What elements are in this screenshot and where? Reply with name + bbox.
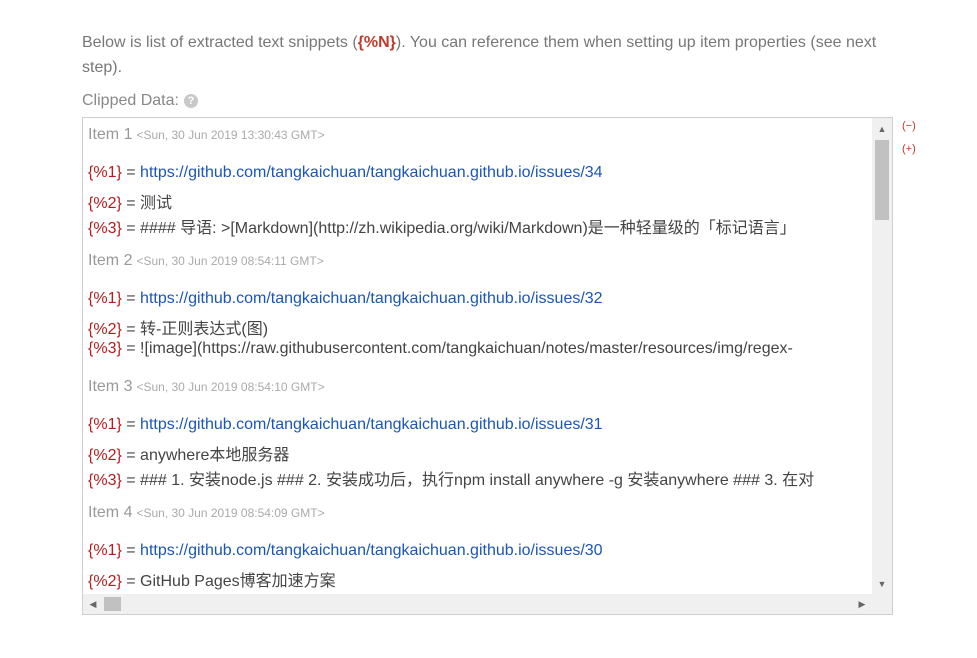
snippet-line: {%1} = https://github.com/tangkaichuan/t… [88,542,603,560]
snippet-key: {%3} [88,340,122,357]
equals-sign: = [121,447,141,464]
scroll-right-icon[interactable]: ▶ [852,597,872,611]
snippet-value: #### 导语: >[Markdown](http://zh.wikipedia… [140,220,796,237]
snippet-url-link[interactable]: https://github.com/tangkaichuan/tangkaic… [140,416,603,433]
snippet-value: 转-正则表达式(图) [140,321,269,338]
snippet-key: {%1} [88,290,122,307]
expand-button[interactable]: (+) [902,143,916,155]
intro-before: Below is list of extracted text snippets… [82,34,358,51]
item-timestamp: <Sun, 30 Jun 2019 13:30:43 GMT> [136,128,325,142]
snippet-key: {%2} [88,447,122,464]
scroll-left-icon[interactable]: ◀ [83,597,103,611]
item-title: Item 1 <Sun, 30 Jun 2019 13:30:43 GMT> [88,126,325,144]
vertical-scroll-thumb[interactable] [875,140,889,220]
scrollbar-corner [872,594,892,614]
equals-sign: = [121,340,141,357]
equals-sign: = [121,472,141,489]
equals-sign: = [121,195,141,212]
snippet-line: {%2} = anywhere本地服务器 [88,441,289,465]
item-label: Item 2 [88,252,133,269]
item-title: Item 3 <Sun, 30 Jun 2019 08:54:10 GMT> [88,378,325,396]
equals-sign: = [121,416,141,433]
snippet-line: {%2} = 测试 [88,189,172,213]
snippet-line: {%1} = https://github.com/tangkaichuan/t… [88,290,603,308]
equals-sign: = [121,164,141,181]
clipped-data-content: Item 1 <Sun, 30 Jun 2019 13:30:43 GMT> {%1… [83,118,872,595]
equals-sign: = [121,321,141,338]
horizontal-scroll-thumb[interactable] [104,597,121,611]
snippet-value: ![image](https://raw.githubusercontent.c… [140,340,793,357]
snippet-key: {%3} [88,472,122,489]
clipped-data-title: Clipped Data: [82,92,179,109]
snippet-line: {%2} = GitHub Pages博客加速方案 [88,567,336,591]
intro-text: Below is list of extracted text snippets… [82,30,882,80]
snippet-key: {%3} [88,220,122,237]
item-timestamp: <Sun, 30 Jun 2019 08:54:09 GMT> [136,506,325,520]
collapse-button[interactable]: (−) [902,120,916,132]
item-timestamp: <Sun, 30 Jun 2019 08:54:10 GMT> [136,380,325,394]
snippet-url-link[interactable]: https://github.com/tangkaichuan/tangkaic… [140,164,603,181]
item-label: Item 1 [88,126,133,143]
snippet-line: {%1} = https://github.com/tangkaichuan/t… [88,164,603,182]
snippet-key: {%1} [88,542,122,559]
item-timestamp: <Sun, 30 Jun 2019 08:54:11 GMT> [136,254,324,268]
equals-sign: = [121,290,141,307]
snippet-key: {%2} [88,195,122,212]
snippet-value: GitHub Pages博客加速方案 [140,573,336,590]
snippet-line: {%3} = ![image](https://raw.githubuserco… [88,340,793,358]
snippet-key: {%1} [88,416,122,433]
vertical-scrollbar[interactable]: ▲ ▼ [872,118,892,595]
snippet-line: {%2} = 转-正则表达式(图) [88,315,268,339]
equals-sign: = [121,573,141,590]
horizontal-scrollbar[interactable]: ◀ ▶ [83,594,872,614]
snippet-url-link[interactable]: https://github.com/tangkaichuan/tangkaic… [140,290,603,307]
scroll-up-icon[interactable]: ▲ [872,122,892,136]
equals-sign: = [121,220,141,237]
snippet-value: ### 1. 安装node.js ### 2. 安装成功后，执行npm inst… [140,472,815,489]
snippet-key: {%2} [88,573,122,590]
snippet-line: {%3} = ### 1. 安装node.js ### 2. 安装成功后，执行n… [88,466,814,490]
snippet-url-link[interactable]: https://github.com/tangkaichuan/tangkaic… [140,542,603,559]
snippet-line: {%1} = https://github.com/tangkaichuan/t… [88,416,603,434]
snippet-line: {%3} = #### 导语: >[Markdown](http://zh.wi… [88,214,796,238]
scroll-down-icon[interactable]: ▼ [872,577,892,591]
item-title: Item 2 <Sun, 30 Jun 2019 08:54:11 GMT> [88,252,324,270]
item-title: Item 4 <Sun, 30 Jun 2019 08:54:09 GMT> [88,504,325,522]
snippet-token: {%N} [357,34,396,51]
help-icon[interactable]: ? [183,94,198,108]
equals-sign: = [121,542,141,559]
item-label: Item 3 [88,378,133,395]
snippet-value: 测试 [140,195,173,212]
snippet-key: {%2} [88,321,122,338]
snippet-key: {%1} [88,164,122,181]
clipped-data-label: Clipped Data: ? [82,92,198,110]
snippet-value: anywhere本地服务器 [140,447,290,464]
clipped-data-box[interactable]: Item 1 <Sun, 30 Jun 2019 13:30:43 GMT> {%1… [82,117,893,615]
item-label: Item 4 [88,504,133,521]
